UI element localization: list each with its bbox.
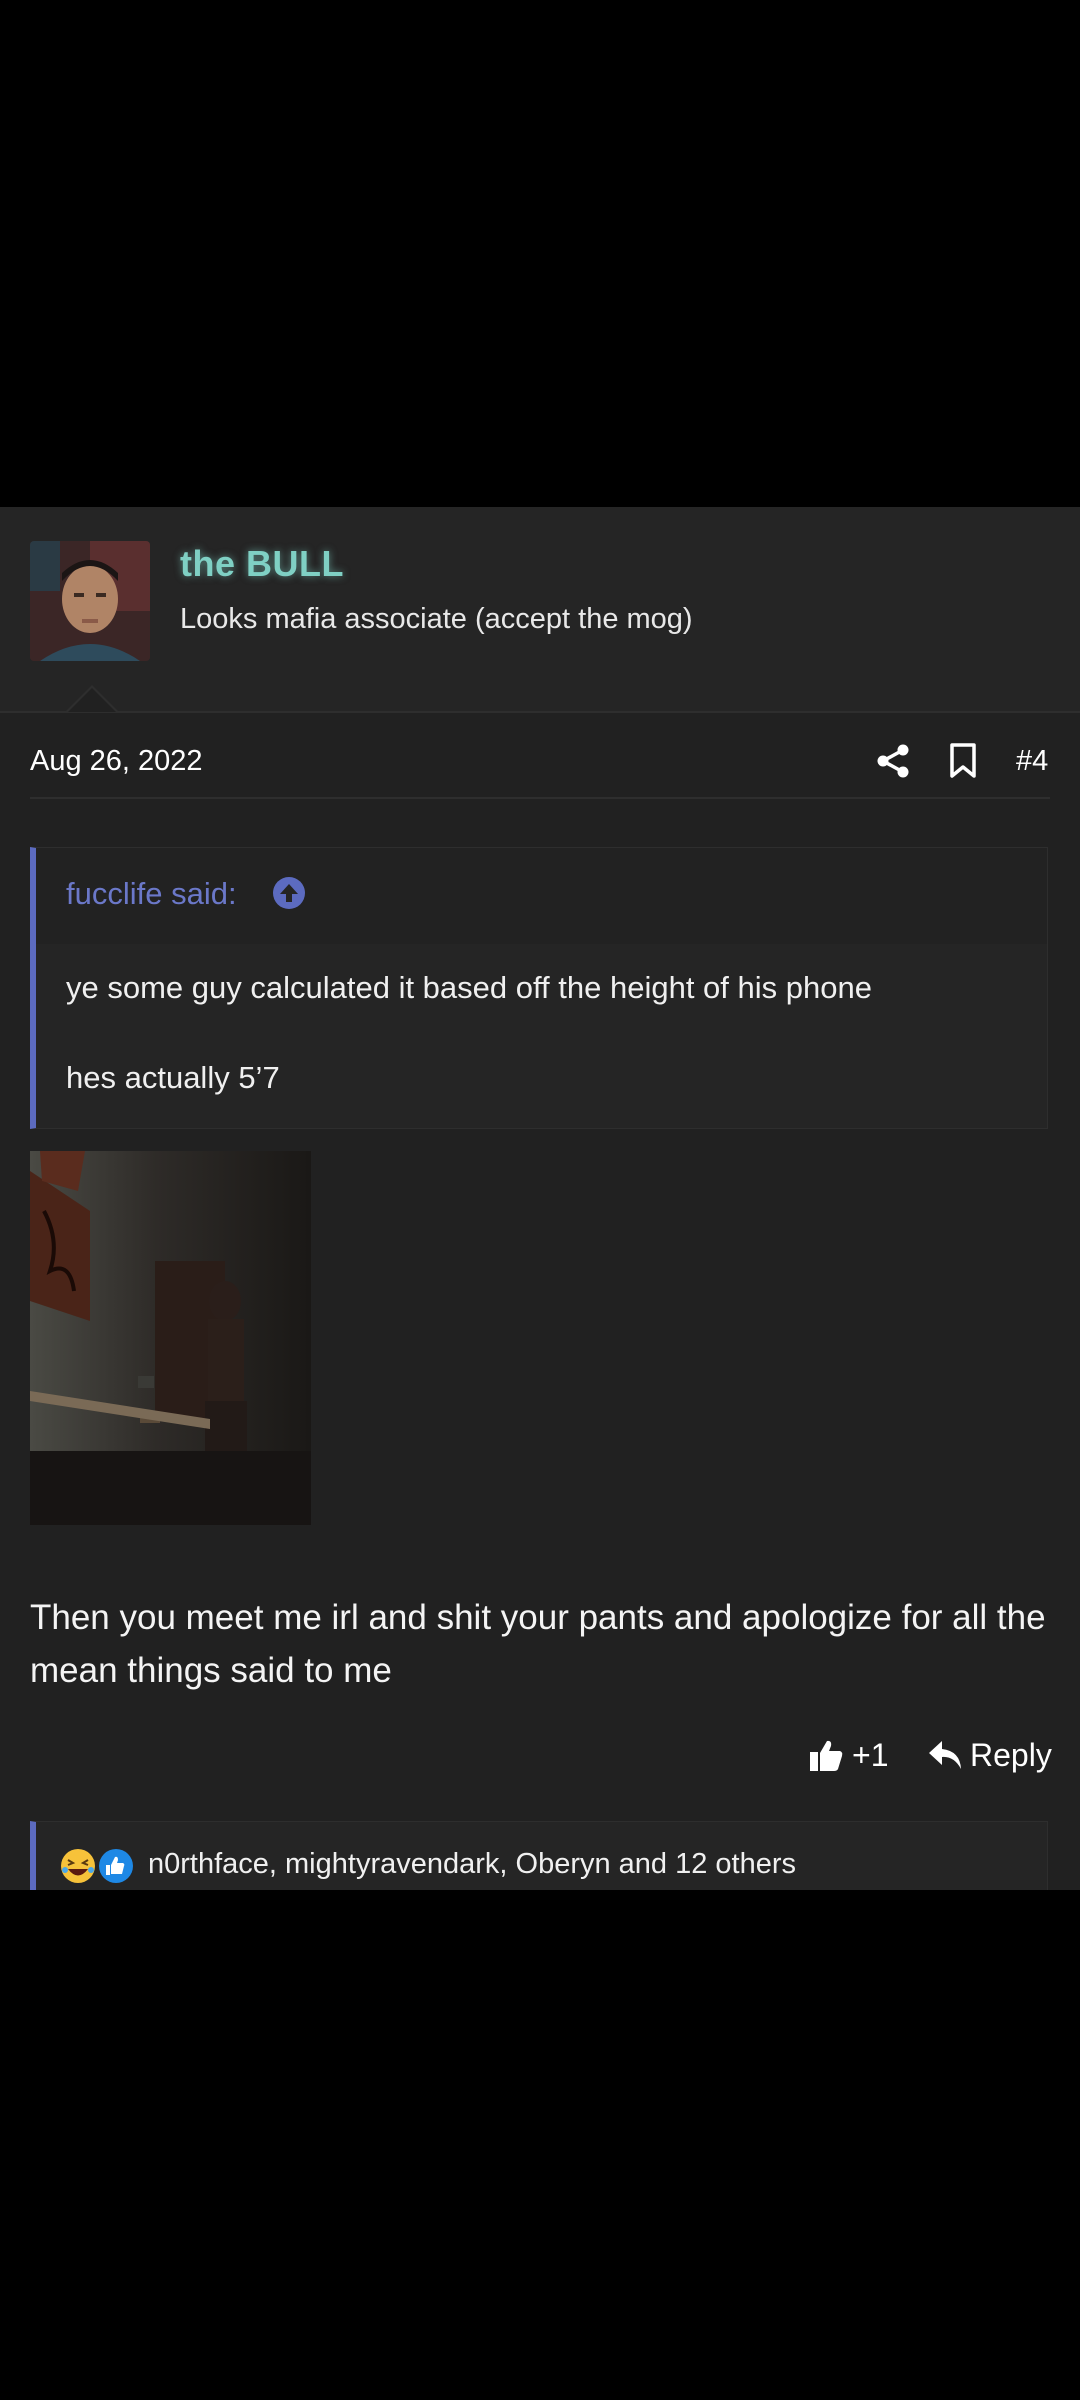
post-number-link[interactable]: #4 [1016, 745, 1048, 778]
laughing-face-icon [61, 1849, 95, 1883]
bottom-letterbox [0, 1890, 1080, 2400]
like-label: +1 [852, 1736, 889, 1773]
reaction-icons [61, 1849, 133, 1883]
quote-line: ye some guy calculated it based off the … [66, 970, 872, 1005]
forum-post: the BULL Looks mafia associate (accept t… [0, 507, 1080, 1890]
bookmark-icon[interactable] [948, 743, 978, 779]
quote-author-link[interactable]: fucclife said: [66, 876, 237, 912]
like-button[interactable]: +1 [808, 1733, 888, 1777]
avatar[interactable] [30, 541, 150, 661]
quote-block: fucclife said: ye some guy calculated it… [30, 847, 1048, 1129]
share-icon[interactable] [875, 743, 911, 779]
thumbs-up-icon [810, 1740, 843, 1771]
reply-button[interactable]: Reply [928, 1733, 1052, 1777]
username[interactable]: the BULL [180, 543, 344, 585]
attached-image[interactable] [30, 1151, 311, 1525]
quote-line: hes actually 5’7 [66, 1060, 280, 1095]
arrow-up-circle-icon[interactable] [272, 876, 306, 910]
reactions-bar[interactable]: n0rthface, mightyravendark, Oberyn and 1… [30, 1821, 1048, 1890]
post-body-text: Then you meet me irl and shit your pants… [30, 1598, 1046, 1690]
avatar-photo [30, 541, 150, 661]
header-notch-inner [68, 688, 116, 712]
quote-header: fucclife said: [36, 848, 1047, 944]
post-meta: Aug 26, 2022 #4 [30, 735, 1050, 799]
reply-arrow-icon [929, 1741, 961, 1769]
user-title: Looks mafia associate (accept the mog) [180, 603, 693, 635]
post-date[interactable]: Aug 26, 2022 [30, 745, 203, 778]
thumbs-up-badge-icon [99, 1849, 133, 1883]
reply-label: Reply [970, 1736, 1052, 1773]
dark-room-photo [30, 1151, 311, 1525]
user-header: the BULL Looks mafia associate (accept t… [0, 507, 1080, 713]
reactions-summary-link[interactable]: n0rthface, mightyravendark, Oberyn and 1… [148, 1848, 796, 1881]
top-letterbox [0, 0, 1080, 507]
